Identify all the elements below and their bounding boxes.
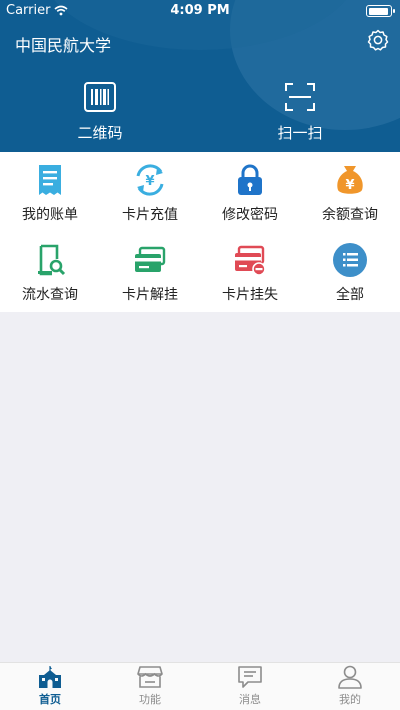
home-icon <box>39 666 61 688</box>
status-bar: Carrier 4:09 PM <box>0 0 400 22</box>
tab-label: 功能 <box>139 693 161 706</box>
tab-messages[interactable]: 消息 <box>200 663 300 710</box>
lock-icon <box>238 164 262 195</box>
function-label: 余额查询 <box>322 207 378 223</box>
function-transaction-query[interactable]: 流水查询 <box>0 232 100 312</box>
function-label: 卡片充值 <box>122 207 178 223</box>
function-my-bill[interactable]: 我的账单 <box>0 152 100 232</box>
bill-icon <box>39 165 61 195</box>
function-label: 卡片挂失 <box>222 287 278 303</box>
battery-icon <box>366 5 395 17</box>
barcode-icon <box>84 82 116 112</box>
scan-icon <box>285 83 315 111</box>
status-time: 4:09 PM <box>170 3 230 18</box>
function-label: 修改密码 <box>222 207 278 223</box>
tab-functions[interactable]: 功能 <box>100 663 200 710</box>
tab-label: 消息 <box>239 693 261 706</box>
user-icon <box>338 665 362 689</box>
qrcode-label: 二维码 <box>77 124 123 142</box>
message-icon <box>238 666 262 688</box>
svg-text:¥: ¥ <box>145 174 154 189</box>
function-label: 卡片解挂 <box>122 287 178 303</box>
all-menu-icon <box>333 243 367 277</box>
function-card-unlock[interactable]: 卡片解挂 <box>100 232 200 312</box>
search-document-icon <box>38 244 66 276</box>
svg-text:¥: ¥ <box>345 178 354 193</box>
function-grid: 我的账单 ¥ 卡片充值 修改密码 ¥ 余额查询 流水查询 卡片解挂 卡片挂失 全… <box>0 152 400 312</box>
scan-label: 扫一扫 <box>277 124 323 142</box>
scan-button[interactable]: 扫一扫 <box>240 80 360 146</box>
header: Carrier 4:09 PM 中国民航大学 二维码 扫一扫 <box>0 0 400 152</box>
recharge-icon: ¥ <box>136 164 164 196</box>
card-lost-icon <box>235 245 266 276</box>
function-label: 全部 <box>336 287 364 303</box>
tab-profile[interactable]: 我的 <box>300 663 400 710</box>
tab-home[interactable]: 首页 <box>0 663 100 710</box>
function-card-recharge[interactable]: ¥ 卡片充值 <box>100 152 200 232</box>
money-bag-icon: ¥ <box>337 166 363 194</box>
settings-gear-icon[interactable] <box>366 28 390 52</box>
function-balance-query[interactable]: ¥ 余额查询 <box>300 152 400 232</box>
function-label: 我的账单 <box>22 207 78 223</box>
function-change-password[interactable]: 修改密码 <box>200 152 300 232</box>
bottom-tab-bar: 首页 功能 消息 我的 <box>0 662 400 710</box>
page-title: 中国民航大学 <box>15 36 112 55</box>
tab-label: 我的 <box>339 693 361 706</box>
function-label: 流水查询 <box>22 287 78 303</box>
function-all[interactable]: 全部 <box>300 232 400 312</box>
tab-label: 首页 <box>39 693 61 706</box>
function-card-report-lost[interactable]: 卡片挂失 <box>200 232 300 312</box>
card-unlock-icon <box>135 246 166 272</box>
shop-icon <box>137 666 163 688</box>
qrcode-button[interactable]: 二维码 <box>40 80 160 146</box>
